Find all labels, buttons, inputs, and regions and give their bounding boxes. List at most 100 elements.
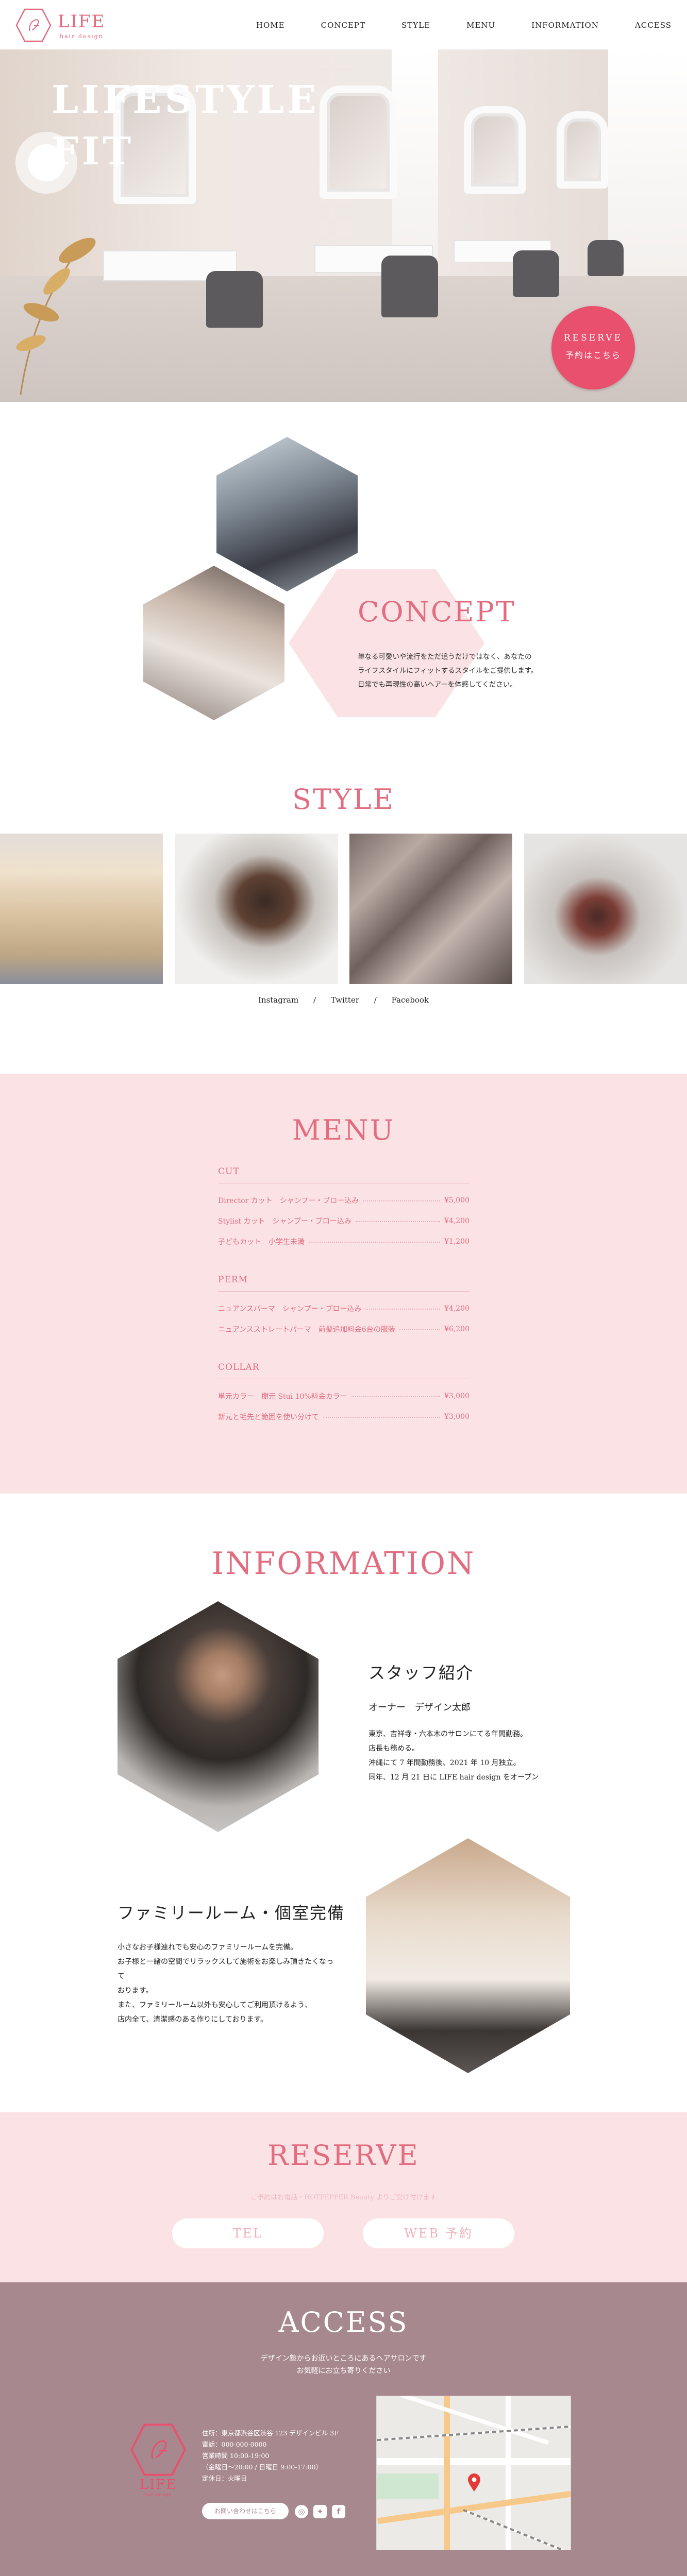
room-text: 小さなお子様連れでも安心のファミリールームを完備。 お子様と一緒の空間でリラック… — [118, 1940, 334, 2027]
footer-logo-subtitle: hair design — [145, 2493, 172, 2498]
concept-title: CONCEPT — [358, 596, 516, 628]
logo[interactable]: LIFE hair design — [15, 7, 119, 43]
facebook-link[interactable]: Facebook — [392, 995, 429, 1005]
menu-category-collar: COLLAR — [218, 1362, 260, 1372]
staff-text-line: 同年、12 月 21 日に LIFE hair design をオープン — [368, 1773, 539, 1782]
hero-mirror — [464, 106, 526, 194]
room-text-line: また、ファミリールーム以外も安心してご利用頂けるよう、 — [118, 2001, 312, 2009]
menu-item-price: ¥6,200 — [444, 1325, 470, 1333]
staff-text-line: 店長も務める。 — [368, 1744, 419, 1753]
footer-logo-text: LIFE — [139, 2477, 177, 2493]
room-heading: ファミリールーム・個室完備 — [118, 1903, 345, 1923]
menu-category-cut: CUT — [218, 1166, 240, 1177]
staff-text-line: 沖縄にて 7 年間勤務後、2021 年 10 月独立。 — [368, 1759, 521, 1767]
menu-item-name: ニュアンスストレートパーマ 前髪追加料金6台の服装 — [218, 1326, 395, 1334]
map-railway — [463, 2509, 569, 2550]
access-subtitle-line: お気軽にお立ち寄りください — [296, 2367, 391, 2375]
room-text-line: 店内全て、清潔感のある作りにしております。 — [118, 2015, 268, 2024]
menu-item-name: Stylist カット シャンプー・ブロー込み — [218, 1217, 351, 1226]
hero-window — [392, 49, 438, 276]
hero-title-line2: FIT — [52, 129, 135, 174]
nav-access[interactable]: ACCESS — [635, 21, 672, 30]
access-map[interactable] — [376, 2396, 571, 2550]
map-road — [444, 2396, 450, 2550]
menu-item-name: 単元カラー 樹元 Stui 10%料金カラー — [218, 1393, 347, 1401]
hero-chair — [206, 271, 263, 328]
menu-item: Director カット シャンプー・ブロー込み ¥5,000 — [218, 1195, 470, 1206]
facebook-icon[interactable]: f — [332, 2505, 345, 2518]
address-line: 住所：東京都渋谷区渋谷 123 デザインビル 3F — [202, 2429, 339, 2437]
nav-menu[interactable]: MENU — [466, 21, 495, 30]
menu-item: 単元カラー 樹元 Stui 10%料金カラー ¥3,000 — [218, 1391, 470, 1401]
menu-item-price: ¥3,000 — [444, 1392, 470, 1400]
style-photo-waves — [349, 834, 512, 984]
staff-photo — [118, 1601, 319, 1832]
menu-item-name: ニュアンスパーマ シャンプー・ブロー込み — [218, 1305, 362, 1313]
menu-category-perm: PERM — [218, 1275, 248, 1285]
hero-mirror — [557, 111, 608, 189]
menu-item: ニュアンスストレートパーマ 前髪追加料金6台の服装 ¥6,200 — [218, 1324, 470, 1334]
style-photo-blonde — [0, 834, 163, 984]
nav-home[interactable]: HOME — [256, 21, 285, 30]
concept-hexagon-background — [289, 569, 484, 717]
link-separator: / — [313, 995, 316, 1005]
room-text-line: 小さなお子様連れでも安心のファミリールームを完備。 — [118, 1943, 298, 1952]
twitter-icon[interactable]: ✦ — [313, 2505, 327, 2518]
style-photo-bob — [175, 834, 338, 984]
reserve-note: ご予約はお電話・HOTPEPPER Beauty よりご受け付けます — [250, 2194, 437, 2201]
room-photo — [366, 1838, 570, 2073]
web-reserve-button[interactable]: WEB 予約 — [363, 2218, 514, 2248]
concept-text-line: ライフスタイルにフィットするスタイルをご提供します。 — [358, 667, 538, 675]
menu-item-name: 子どもカット 小学生未満 — [218, 1238, 305, 1246]
hero-section: LIFESTYLE FIT RESERVE 予約はこちら — [0, 49, 687, 402]
reserve-badge-sublabel: 予約はこちら — [565, 350, 621, 360]
nav-style[interactable]: STYLE — [401, 21, 430, 30]
staff-role: オーナー デザイン太郎 — [368, 1702, 471, 1713]
access-subtitle: デザイン塾からお近いところにあるヘアサロンです お気軽にお立ち寄りください — [0, 2352, 687, 2377]
staff-text: 東京、吉祥寺・六本木のサロンにてる年間勤務。 店長も務める。 沖縄にて 7 年間… — [368, 1727, 585, 1785]
information-title: INFORMATION — [211, 1546, 476, 1582]
room-text-line: お子様と一緒の空間でリラックスして施術をお楽しみ頂きたくなって — [118, 1958, 334, 1980]
sns-links: Instagram / Twitter / Facebook — [0, 995, 687, 1005]
footer-logo: LIFE hair design — [130, 2421, 187, 2499]
tel-button[interactable]: TEL — [172, 2218, 324, 2248]
hero-title: LIFESTYLE FIT — [52, 74, 319, 177]
menu-item-price: ¥4,200 — [444, 1304, 470, 1313]
access-title: ACCESS — [278, 2306, 409, 2338]
menu-item-name: Director カット シャンプー・ブロー込み — [218, 1197, 359, 1205]
logo-subtitle: hair design — [60, 33, 104, 40]
menu-item: Stylist カット シャンプー・ブロー込み ¥4,200 — [218, 1216, 470, 1226]
concept-text-line: 日常でも再現性の高いヘアーを体感してください。 — [358, 681, 517, 689]
contact-button[interactable]: お問い合わせはこちら — [202, 2503, 289, 2519]
address-line: 営業時間 10:00-19:00 — [202, 2452, 270, 2460]
address-line: （金曜日～20:00 / 日曜日 9:00-17:00） — [202, 2463, 322, 2471]
style-title: STYLE — [292, 783, 395, 816]
nav-information[interactable]: INFORMATION — [531, 21, 599, 30]
address-line: 電話：000-000-0000 — [202, 2441, 267, 2448]
menu-title: MENU — [292, 1114, 395, 1146]
hero-chair — [513, 250, 559, 297]
access-info: 住所：東京都渋谷区渋谷 123 デザインビル 3F 電話：000-000-000… — [202, 2428, 367, 2484]
twitter-link[interactable]: Twitter — [331, 995, 359, 1005]
concept-photo-haircut — [216, 437, 358, 591]
link-separator: / — [374, 995, 377, 1005]
access-subtitle-line: デザイン塾からお近いところにあるヘアサロンです — [260, 2354, 427, 2363]
map-road — [377, 2458, 571, 2465]
room-text-line: おります。 — [118, 1987, 153, 1995]
menu-item-price: ¥4,200 — [444, 1217, 470, 1225]
reserve-badge-label: RESERVE — [563, 333, 623, 343]
logo-text: LIFE — [58, 11, 106, 32]
site-header: LIFE hair design HOME CONCEPT STYLE MENU… — [0, 0, 687, 49]
instagram-icon[interactable]: ◎ — [295, 2505, 308, 2518]
menu-item: ニュアンスパーマ シャンプー・ブロー込み ¥4,200 — [218, 1303, 470, 1314]
map-pin-icon — [468, 2473, 480, 2492]
concept-text: 単なる可愛いや流行をただ追うだけではなく、あなたの ライフスタイルにフィットする… — [358, 650, 543, 692]
reserve-badge-button[interactable]: RESERVE 予約はこちら — [551, 306, 635, 389]
menu-item-name: 新元と毛先と範囲を使い分けて — [218, 1413, 319, 1421]
concept-text-line: 単なる可愛いや流行をただ追うだけではなく、あなたの — [358, 653, 532, 661]
logo-hexagon-icon — [15, 8, 52, 42]
menu-item-price: ¥1,200 — [444, 1238, 470, 1246]
instagram-link[interactable]: Instagram — [258, 995, 298, 1005]
nav-concept[interactable]: CONCEPT — [321, 21, 365, 30]
menu-divider — [218, 1291, 470, 1292]
